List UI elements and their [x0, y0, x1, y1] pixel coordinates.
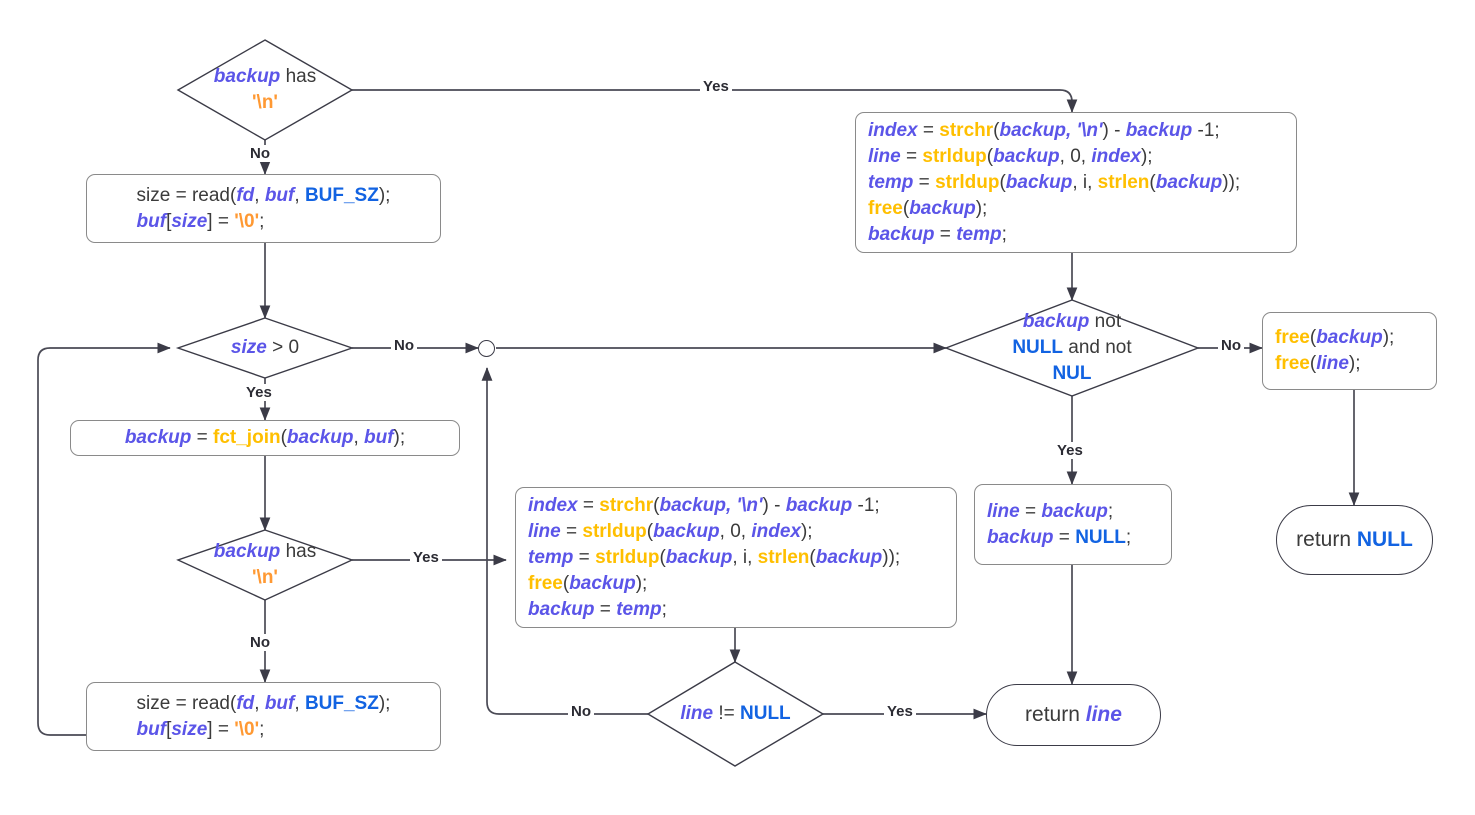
- process-line-equals-backup[interactable]: line = backup; backup = NULL;: [974, 484, 1172, 565]
- terminal-return-null-text: return NULL: [1296, 528, 1413, 551]
- terminal-return-null[interactable]: return NULL: [1276, 505, 1433, 575]
- edge-label-yes-top: Yes: [700, 78, 732, 95]
- edge-label-no-size: No: [391, 337, 417, 354]
- decision-backup-not-null-label: backup not NULL and not NUL: [1012, 311, 1132, 384]
- flowchart-canvas: backup has '\n' size = read(fd, buf, BUF…: [0, 0, 1475, 815]
- edge-label-no-top: No: [247, 145, 273, 162]
- process-line-equals-backup-text: line = backup; backup = NULL;: [987, 500, 1132, 548]
- decision-line-not-null-label: line != NULL: [680, 703, 791, 724]
- edge-label-yes-backup-null: Yes: [1054, 442, 1086, 459]
- process-split-line-top[interactable]: index = strchr(backup, '\n') - backup -1…: [855, 112, 1297, 253]
- edge-label-no-backup-null: No: [1218, 337, 1244, 354]
- process-fct-join-text: backup = fct_join(backup, buf);: [124, 427, 406, 448]
- process-free-backup-line[interactable]: free(backup); free(line);: [1262, 312, 1437, 390]
- decision-backup-has-newline-bottom[interactable]: backup has '\n': [178, 530, 352, 600]
- process-free-backup-line-text: free(backup); free(line);: [1275, 327, 1395, 374]
- decision-backup-has-newline-top[interactable]: backup has '\n': [178, 40, 352, 140]
- process-split-line-middle[interactable]: index = strchr(backup, '\n') - backup -1…: [515, 487, 957, 628]
- decision-backup-has-newline-bottom-label: backup has '\n': [213, 541, 317, 588]
- decision-size-greater-zero-label: size > 0: [230, 337, 300, 358]
- terminal-return-line-text: return line: [1025, 703, 1122, 726]
- edge-label-yes-newline-bottom: Yes: [410, 549, 442, 566]
- process-read-top[interactable]: size = read(fd, buf, BUF_SZ); buf[size] …: [86, 174, 441, 243]
- process-read-bottom[interactable]: size = read(fd, buf, BUF_SZ); buf[size] …: [86, 682, 441, 751]
- decision-size-greater-zero[interactable]: size > 0: [178, 318, 352, 378]
- terminal-return-line[interactable]: return line: [986, 684, 1161, 746]
- process-split-line-top-text: index = strchr(backup, '\n') - backup -1…: [868, 119, 1241, 245]
- process-read-top-text: size = read(fd, buf, BUF_SZ); buf[size] …: [136, 184, 391, 232]
- junction-connector: [478, 340, 495, 357]
- decision-backup-has-newline-top-label: backup has '\n': [213, 66, 317, 113]
- edge-label-yes-size: Yes: [243, 384, 275, 401]
- decision-line-not-null[interactable]: line != NULL: [648, 662, 823, 766]
- edge-label-yes-line-null: Yes: [884, 703, 916, 720]
- process-read-bottom-text: size = read(fd, buf, BUF_SZ); buf[size] …: [136, 692, 391, 740]
- process-fct-join[interactable]: backup = fct_join(backup, buf);: [70, 420, 460, 456]
- decision-backup-not-null[interactable]: backup not NULL and not NUL: [946, 300, 1198, 396]
- process-split-line-middle-text: index = strchr(backup, '\n') - backup -1…: [528, 494, 901, 620]
- edge-label-no-newline-bottom: No: [247, 634, 273, 651]
- edge-label-no-line-null: No: [568, 703, 594, 720]
